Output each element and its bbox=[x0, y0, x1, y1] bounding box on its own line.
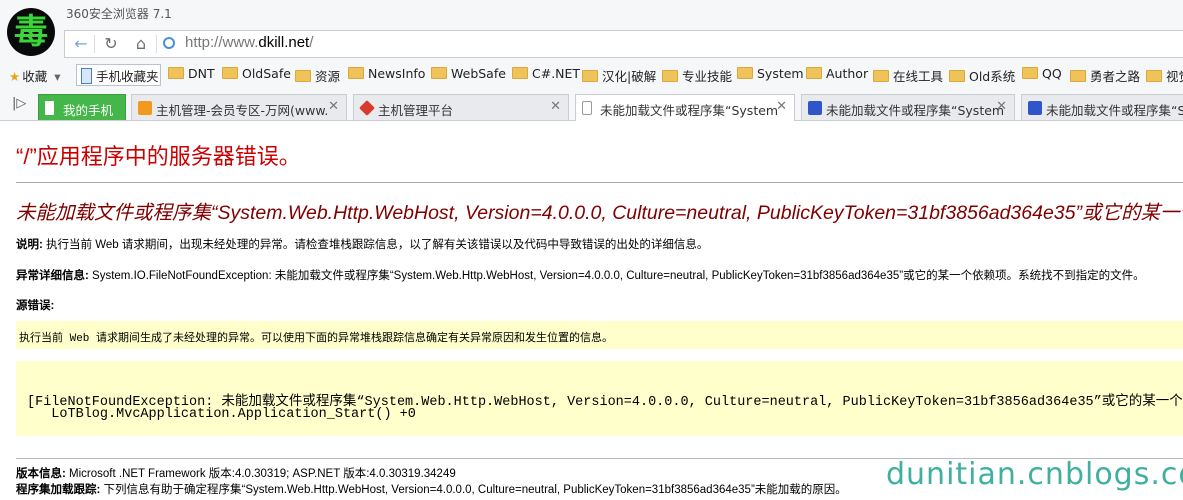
url-text[interactable]: http://www.dkill.net/ bbox=[185, 34, 313, 51]
folder-icon bbox=[295, 70, 311, 82]
folder-icon bbox=[737, 67, 753, 79]
divider bbox=[156, 35, 157, 53]
folder-icon bbox=[662, 70, 678, 82]
close-tab-icon[interactable]: ✕ bbox=[776, 99, 787, 114]
phone-icon bbox=[81, 68, 92, 84]
exception-text: System.IO.FileNotFoundException: 未能加载文件或… bbox=[88, 270, 1145, 282]
sidebar-toggle-icon[interactable]: |▷ bbox=[12, 96, 26, 111]
paw-icon bbox=[1028, 101, 1042, 115]
assembly-trace-text: 下列信息有助于确定程序集“System.Web.Http.WebHost, Ve… bbox=[100, 484, 847, 496]
refresh-icon[interactable]: ↻ bbox=[100, 35, 122, 53]
dropdown-arrow-icon[interactable]: ▾ bbox=[54, 69, 60, 84]
assembly-trace-line: 程序集加载跟踪: 下列信息有助于确定程序集“System.Web.Http.We… bbox=[16, 481, 847, 497]
error-title: “/”应用程序中的服务器错误。 bbox=[16, 144, 301, 169]
version-label: 版本信息: bbox=[16, 468, 66, 480]
globe-icon bbox=[163, 37, 175, 49]
watermark-text: dunitian.cnblogs.com bbox=[886, 457, 1183, 492]
divider bbox=[94, 35, 95, 53]
bookmark-folder[interactable]: 勇者之路 bbox=[1070, 66, 1140, 85]
paw-icon bbox=[808, 101, 822, 115]
assembly-trace-label: 程序集加载跟踪: bbox=[16, 484, 101, 496]
site-favicon-icon bbox=[138, 101, 152, 115]
home-icon[interactable]: ⌂ bbox=[130, 35, 152, 53]
version-text: Microsoft .NET Framework 版本:4.0.30319; A… bbox=[65, 468, 456, 480]
bookmarks-bar: ★ 收藏 ▾ 手机收藏夹 DNT OldSafe 资源 NewsInfo WebSa… bbox=[0, 62, 1183, 88]
bookmark-folder[interactable]: NewsInfo bbox=[348, 66, 425, 81]
bookmark-favorites[interactable]: ★ 收藏 ▾ bbox=[9, 66, 61, 85]
bookmark-mobile-favorites[interactable]: 手机收藏夹 bbox=[81, 66, 159, 85]
app-title: 360安全浏览器 7.1 bbox=[66, 7, 172, 21]
close-tab-icon[interactable]: ✕ bbox=[550, 99, 561, 114]
tab-error-page[interactable]: 未能加载文件或程序集“System ✕ bbox=[801, 94, 1015, 120]
source-error-text: 执行当前 Web 请求期间生成了未经处理的异常。可以使用下面的异常堆栈跟踪信息确… bbox=[19, 333, 614, 345]
close-tab-icon[interactable]: ✕ bbox=[328, 99, 339, 114]
tab-error-page-active[interactable]: 未能加载文件或程序集“System ✕ bbox=[575, 94, 795, 121]
site-favicon-icon bbox=[359, 100, 375, 116]
folder-icon bbox=[949, 70, 965, 82]
exception-line: 异常详细信息: System.IO.FileNotFoundException:… bbox=[16, 267, 1145, 283]
source-error-box: 执行当前 Web 请求期间生成了未经处理的异常。可以使用下面的异常堆栈跟踪信息确… bbox=[16, 321, 1183, 349]
browser-logo[interactable]: 毒 bbox=[7, 8, 55, 56]
back-arrow-icon[interactable]: ← bbox=[70, 35, 92, 53]
source-error-line: 源错误: bbox=[16, 297, 54, 313]
tab-error-page[interactable]: 未能加载文件或程序集“System bbox=[1021, 94, 1183, 120]
star-icon: ★ bbox=[9, 69, 21, 84]
folder-icon bbox=[873, 70, 889, 82]
folder-icon bbox=[512, 67, 528, 79]
bookmark-folder[interactable]: 资源 bbox=[295, 66, 340, 85]
browser-chrome: 毒 360安全浏览器 7.1 ← ↻ ⌂ http://www.dkill.ne… bbox=[0, 0, 1183, 121]
description-line: 说明: 执行当前 Web 请求期间，出现未经处理的异常。请检查堆栈跟踪信息，以了… bbox=[16, 236, 708, 252]
stack-trace-line: LoTBlog.MvcApplication.Application_Start… bbox=[27, 407, 416, 422]
exception-label: 异常详细信息: bbox=[16, 270, 89, 282]
bookmark-folder[interactable]: DNT bbox=[168, 66, 215, 81]
address-bar[interactable]: ← ↻ ⌂ http://www.dkill.net/ bbox=[64, 30, 1183, 58]
error-subtitle: 未能加载文件或程序集“System.Web.Http.WebHost, Vers… bbox=[16, 202, 1183, 224]
stack-trace-box: [FileNotFoundException: 未能加载文件或程序集“Syste… bbox=[16, 361, 1183, 436]
tab-bar: |▷ 我的手机 主机管理-会员专区-万网(www. ✕ 主机管理平台 ✕ 未能加… bbox=[0, 92, 1183, 121]
bookmark-folder[interactable]: 专业技能 bbox=[662, 66, 732, 85]
folder-icon bbox=[168, 67, 184, 79]
tab-host-management-platform[interactable]: 主机管理平台 ✕ bbox=[353, 94, 569, 120]
version-line: 版本信息: Microsoft .NET Framework 版本:4.0.30… bbox=[16, 465, 456, 481]
bookmark-folder[interactable]: 在线工具 bbox=[873, 66, 943, 85]
folder-icon bbox=[222, 67, 238, 79]
bookmark-folder[interactable]: OldSafe bbox=[222, 66, 291, 81]
folder-icon bbox=[1022, 67, 1038, 79]
bookmark-folder[interactable]: Old系统 bbox=[949, 66, 1015, 85]
bookmark-folder[interactable]: System bbox=[737, 66, 804, 81]
phone-icon bbox=[45, 101, 54, 115]
description-text: 执行当前 Web 请求期间，出现未经处理的异常。请检查堆栈跟踪信息，以了解有关该… bbox=[42, 239, 709, 251]
bookmark-folder[interactable]: 汉化|破解 bbox=[582, 66, 656, 85]
bookmark-folder[interactable]: C#.NET bbox=[512, 66, 580, 81]
divider bbox=[16, 182, 1183, 183]
page-content: “/”应用程序中的服务器错误。 未能加载文件或程序集“System.Web.Ht… bbox=[0, 121, 1183, 500]
description-label: 说明: bbox=[16, 239, 43, 251]
bookmark-folder[interactable]: Author bbox=[806, 66, 868, 81]
tab-my-phone[interactable]: 我的手机 bbox=[38, 94, 126, 120]
folder-icon bbox=[582, 70, 598, 82]
bookmark-folder[interactable]: QQ bbox=[1022, 66, 1062, 81]
folder-icon bbox=[806, 67, 822, 79]
page-icon bbox=[582, 101, 592, 115]
folder-icon bbox=[1070, 70, 1086, 82]
bookmark-folder[interactable]: WebSafe bbox=[431, 66, 506, 81]
folder-icon bbox=[1146, 70, 1162, 82]
folder-icon bbox=[348, 67, 364, 79]
close-tab-icon[interactable]: ✕ bbox=[996, 99, 1007, 114]
bookmark-folder[interactable]: 视觉 bbox=[1146, 66, 1183, 85]
folder-icon bbox=[431, 67, 447, 79]
tab-host-management-member[interactable]: 主机管理-会员专区-万网(www. ✕ bbox=[131, 94, 347, 120]
source-error-label: 源错误: bbox=[16, 300, 55, 312]
